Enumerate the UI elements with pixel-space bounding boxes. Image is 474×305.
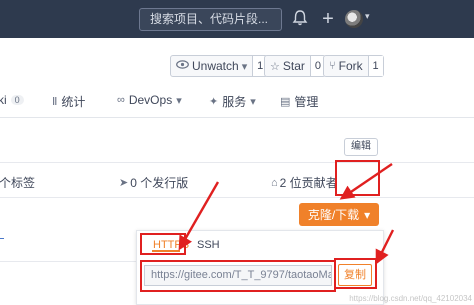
watermark: https://blog.csdn.net/qq_42102034 [349, 294, 472, 303]
arrow-to-https-tab [178, 181, 220, 251]
annotation-arrows [178, 163, 395, 265]
arrow-to-clone-button [339, 163, 393, 200]
arrow-to-copy-button [375, 229, 395, 265]
